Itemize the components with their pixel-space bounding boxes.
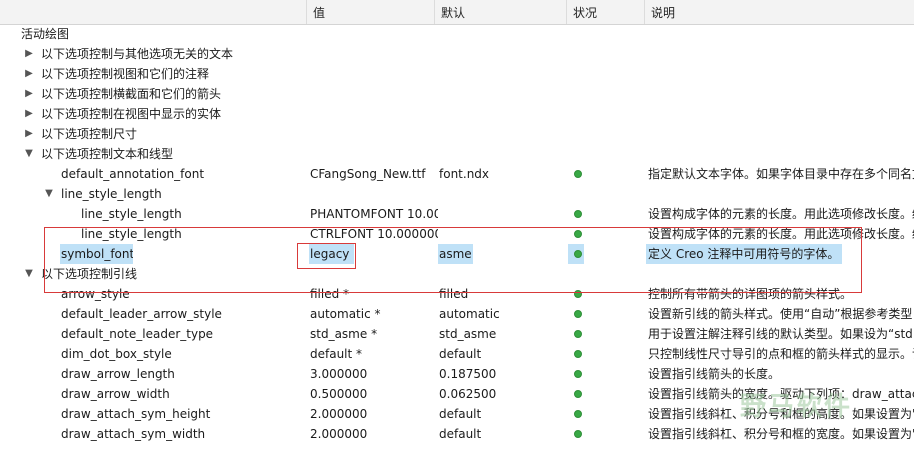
option-row[interactable]: draw_attach_sym_width 2.000000 default 设… <box>0 424 914 444</box>
option-value[interactable]: 2.000000 <box>310 404 432 424</box>
status-dot-icon <box>574 390 582 398</box>
group-label: 以下选项控制与其他选项无关的文本 <box>41 47 234 61</box>
status-dot-icon <box>574 310 582 318</box>
option-row-expanded[interactable]: ▼ line_style_length <box>0 184 914 204</box>
option-name: draw_arrow_length <box>61 367 175 381</box>
group-label: 以下选项控制横截面和它们的箭头 <box>41 87 222 101</box>
option-row[interactable]: default_annotation_font CFangSong_New.tt… <box>0 164 914 184</box>
option-row[interactable]: dim_dot_box_style default * default 只控制线… <box>0 344 914 364</box>
expand-triangle-icon[interactable]: ▶ <box>23 44 35 64</box>
option-name: default_note_leader_type <box>61 327 214 341</box>
option-value[interactable]: 3.000000 <box>310 364 432 384</box>
option-value[interactable]: default * <box>310 344 432 364</box>
option-default: 0.062500 <box>439 387 497 401</box>
column-header-status[interactable]: 状况 <box>566 0 644 24</box>
option-default: std_asme <box>439 327 497 341</box>
group-row[interactable]: ▶ 以下选项控制尺寸 <box>0 124 914 144</box>
option-value[interactable]: 2.000000 <box>310 424 432 444</box>
option-value[interactable]: 0.500000 <box>310 384 432 404</box>
watermark: 野马软件 <box>740 392 853 422</box>
status-dot-icon <box>574 370 582 378</box>
annotation-box-large <box>44 227 862 293</box>
status-dot-icon <box>574 410 582 418</box>
option-name: draw_arrow_width <box>61 387 170 401</box>
status-dot-icon <box>574 430 582 438</box>
option-default: automatic <box>439 307 500 321</box>
annotation-box-value <box>297 243 356 269</box>
option-row[interactable]: default_leader_arrow_style automatic * a… <box>0 304 914 324</box>
option-name: draw_attach_sym_height <box>61 407 211 421</box>
group-row[interactable]: ▶ 以下选项控制与其他选项无关的文本 <box>0 44 914 64</box>
option-description: 设置指引线斜杠、积分号和框的宽度。如果设置为" <box>648 427 914 441</box>
option-description: 设置新引线的箭头样式。使用“自动”根据参考类型 <box>648 307 913 321</box>
group-label: 以下选项控制在视图中显示的实体 <box>41 107 222 121</box>
option-description: 设置指引线箭头的长度。 <box>648 367 781 381</box>
option-name: line_style_length <box>61 187 162 201</box>
tree-root-label: 活动绘图 <box>21 27 70 41</box>
column-header-name[interactable] <box>0 0 306 24</box>
status-dot-icon <box>574 210 582 218</box>
option-default: default <box>439 407 482 421</box>
group-row[interactable]: ▶ 以下选项控制视图和它们的注释 <box>0 64 914 84</box>
option-name: default_annotation_font <box>61 167 205 181</box>
expand-triangle-icon[interactable]: ▶ <box>23 84 35 104</box>
option-default: font.ndx <box>439 167 490 181</box>
collapse-triangle-icon[interactable]: ▼ <box>43 184 55 204</box>
expand-triangle-icon[interactable]: ▶ <box>23 104 35 124</box>
group-row-expanded[interactable]: ▼ 以下选项控制文本和线型 <box>0 144 914 164</box>
option-name: dim_dot_box_style <box>61 347 172 361</box>
group-row[interactable]: ▶ 以下选项控制横截面和它们的箭头 <box>0 84 914 104</box>
option-default: 0.187500 <box>439 367 497 381</box>
option-value[interactable]: CFangSong_New.ttf <box>310 164 432 184</box>
tree-root-row[interactable]: 活动绘图 <box>0 24 914 44</box>
group-label: 以下选项控制视图和它们的注释 <box>41 67 210 81</box>
column-header-default[interactable]: 默认 <box>434 0 566 24</box>
option-description: 指定默认文本字体。如果字体目录中存在多个同名文 <box>648 167 914 181</box>
option-description: 只控制线性尺寸导引的点和框的箭头样式的显示。该 <box>648 347 914 361</box>
option-description: 用于设置注解注释引线的默认类型。如果设为“std <box>648 327 913 341</box>
group-label: 以下选项控制文本和线型 <box>41 147 174 161</box>
option-row[interactable]: draw_arrow_length 3.000000 0.187500 设置指引… <box>0 364 914 384</box>
option-description: 设置构成字体的元素的长度。用此选项修改长度。绘 <box>648 207 914 221</box>
collapse-triangle-icon[interactable]: ▼ <box>23 264 35 284</box>
expand-triangle-icon[interactable]: ▶ <box>23 64 35 84</box>
column-header-row: 值 默认 状况 说明 <box>0 0 914 25</box>
group-row[interactable]: ▶ 以下选项控制在视图中显示的实体 <box>0 104 914 124</box>
option-value[interactable]: automatic * <box>310 304 432 324</box>
option-default: default <box>439 427 482 441</box>
option-name: line_style_length <box>81 207 182 221</box>
column-header-value[interactable]: 值 <box>306 0 434 24</box>
status-dot-icon <box>574 350 582 358</box>
group-label: 以下选项控制尺寸 <box>41 127 138 141</box>
expand-triangle-icon[interactable]: ▶ <box>23 124 35 144</box>
option-name: default_leader_arrow_style <box>61 307 222 321</box>
column-header-description[interactable]: 说明 <box>644 0 914 24</box>
option-name: draw_attach_sym_width <box>61 427 206 441</box>
option-row[interactable]: default_note_leader_type std_asme * std_… <box>0 324 914 344</box>
collapse-triangle-icon[interactable]: ▼ <box>23 144 35 164</box>
status-dot-icon <box>574 170 582 178</box>
option-row[interactable]: line_style_length PHANTOMFONT 10.000000 … <box>0 204 914 224</box>
option-value[interactable]: std_asme * <box>310 324 432 344</box>
status-dot-icon <box>574 330 582 338</box>
option-value[interactable]: PHANTOMFONT 10.000000 <box>310 204 438 224</box>
option-default: default <box>439 347 482 361</box>
